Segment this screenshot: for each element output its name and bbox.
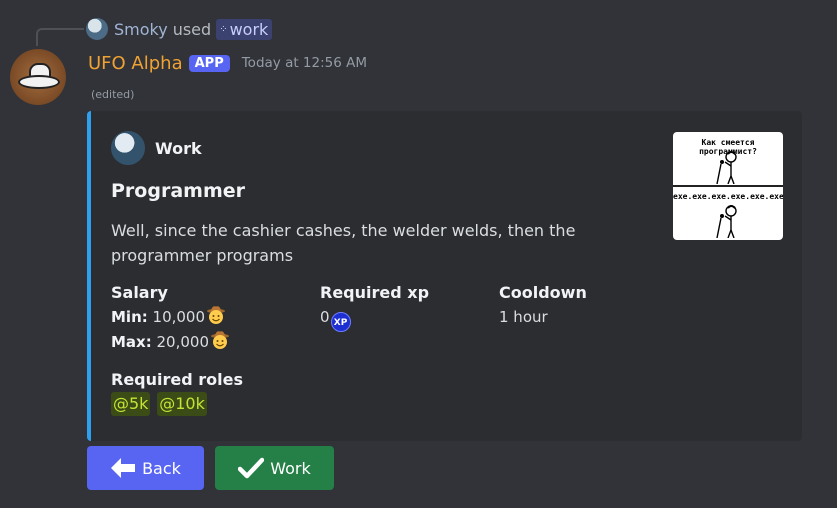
edited-indicator: (edited)	[91, 88, 135, 101]
ufo-disc-icon	[18, 75, 60, 89]
work-button[interactable]: Work	[215, 446, 334, 490]
field-required-roles-name: Required roles	[111, 370, 244, 389]
bot-avatar[interactable]	[10, 49, 66, 105]
work-button-label: Work	[270, 458, 311, 478]
arrow-left-icon	[111, 458, 136, 478]
salary-min-label: Min:	[111, 308, 148, 326]
thumbnail-bottom-text: exe.exe.exe.exe.exe.exe	[673, 192, 783, 201]
embed-author-name: Work	[155, 138, 202, 158]
command-name[interactable]: work	[230, 20, 269, 39]
salary-max-label: Max:	[111, 333, 152, 351]
checkmark-icon	[238, 457, 265, 479]
command-reference[interactable]: Smoky used ⁘ work	[86, 17, 273, 41]
field-required-xp: Required xp 0 XP	[320, 280, 429, 332]
field-required-roles: Required roles @5k @10k	[111, 367, 243, 417]
back-button[interactable]: Back	[87, 446, 204, 490]
field-cooldown: Cooldown 1 hour	[499, 280, 587, 330]
embed-description: Well, since the cashier cashes, the weld…	[111, 221, 576, 265]
cowboy-emoji-icon	[207, 306, 226, 324]
embed-title: Programmer	[111, 180, 245, 202]
salary-max-value: 20,000	[156, 333, 210, 351]
roles-list: @5k @10k	[111, 392, 243, 417]
reply-user-avatar[interactable]	[86, 18, 108, 40]
field-cooldown-name: Cooldown	[499, 283, 587, 302]
field-salary: Salary Min: 10,000 Max: 20,000	[111, 280, 230, 355]
embed-thumbnail[interactable]: Как смеется программист? exe.exe.exe.exe…	[673, 132, 783, 240]
app-badge: APP	[188, 54, 230, 72]
thumbnail-divider	[673, 185, 783, 187]
reply-user-name[interactable]: Smoky	[114, 20, 168, 39]
reply-connector	[36, 28, 84, 46]
field-salary-name: Salary	[111, 283, 168, 302]
required-xp-line: 0 XP	[320, 305, 429, 332]
salary-max-line: Max: 20,000	[111, 330, 230, 355]
embed-author: Work	[111, 131, 202, 165]
back-button-label: Back	[142, 458, 181, 478]
cowboy-emoji-icon	[211, 331, 230, 349]
message-timestamp: Today at 12:56 AM	[241, 55, 368, 71]
role-mention[interactable]: @10k	[157, 392, 207, 416]
field-required-xp-name: Required xp	[320, 283, 430, 302]
message-header: UFO Alpha APP Today at 12:56 AM	[88, 51, 367, 75]
role-mention[interactable]: @5k	[111, 392, 151, 416]
stickman-comedian-icon	[716, 205, 737, 238]
cooldown-value: 1 hour	[499, 308, 548, 326]
embed-author-avatar	[111, 131, 145, 165]
required-xp-value: 0	[320, 308, 330, 326]
reply-used-text: used	[172, 19, 212, 39]
bot-name[interactable]: UFO Alpha	[88, 53, 183, 74]
salary-min-value: 10,000	[152, 308, 206, 326]
command-icon: ⁘	[219, 23, 227, 35]
stickman-comedian-icon	[716, 151, 737, 184]
salary-min-line: Min: 10,000	[111, 305, 230, 330]
xp-icon: XP	[330, 312, 351, 332]
command-mention[interactable]: ⁘ work	[216, 18, 273, 40]
embed-card: Work Programmer Well, since the cashier …	[87, 111, 802, 441]
